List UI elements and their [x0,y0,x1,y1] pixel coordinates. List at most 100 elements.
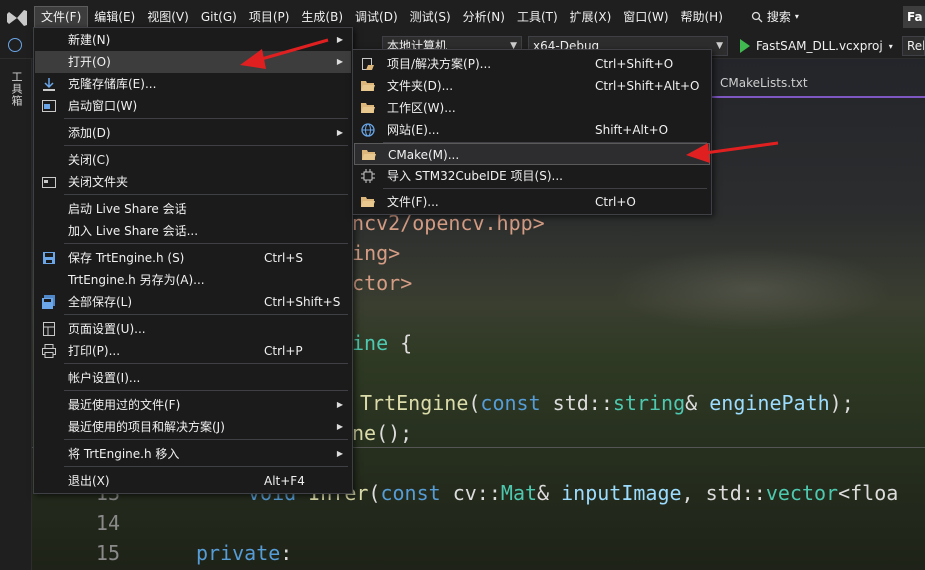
menu-item-label: TrtEngine.h 另存为(A)... [68,273,205,287]
menu-item-close-folder[interactable]: 关闭文件夹 [35,171,351,193]
menu-separator [64,145,348,146]
left-tool-strip: 工具箱 [0,59,32,570]
menu-separator [383,188,707,189]
menu-view[interactable]: 视图(V) [141,6,195,28]
line-number: 14 [95,511,120,535]
start-debug-button[interactable]: FastSAM_DLL.vcxproj ▾ [740,36,893,56]
menu-item-move-into[interactable]: 将 TrtEngine.h 移入 ▶ [35,443,351,465]
save-all-icon [42,295,55,309]
keyword-token: private [196,541,281,565]
visual-studio-logo-icon[interactable] [0,0,34,33]
menu-analyze[interactable]: 分析(N) [457,6,511,28]
menu-item-label: 页面设置(U)... [68,322,146,336]
menu-separator [64,243,348,244]
submenu-arrow-icon: ▶ [336,400,343,409]
chevron-down-icon: ▼ [716,41,723,51]
menu-git[interactable]: Git(G) [195,6,243,28]
submenu-arrow-icon: ▶ [336,422,343,431]
play-icon [740,39,750,53]
class-name-token: ine [352,331,389,355]
page-setup-icon [43,322,55,336]
menu-item-shortcut: Ctrl+Shift+O [595,57,674,71]
menu-item-open-website[interactable]: 网站(E)... Shift+Alt+O [354,119,710,141]
menu-item-open-folder[interactable]: 文件夹(D)... Ctrl+Shift+Alt+O [354,75,710,97]
menu-item-open-cmake[interactable]: CMake(M)... [354,143,710,165]
menu-item-shortcut: Alt+F4 [264,474,305,488]
menu-help[interactable]: 帮助(H) [675,6,729,28]
submenu-arrow-icon: ▶ [336,57,343,66]
menu-item-label: 最近使用的项目和解决方案(J) [68,420,225,434]
menu-item-clone-repo[interactable]: 克隆存储库(E)... [35,73,351,95]
menu-item-close[interactable]: 关闭(C) [35,149,351,171]
file-menu: 新建(N) ▶ 打开(O) ▶ 克隆存储库(E)... 启动窗口(W) 添加(D) ▶… [33,27,353,494]
menu-file[interactable]: 文件(F) [34,5,89,28]
code-token: { [388,331,413,355]
toolbox-tab[interactable]: 工具箱 [8,71,24,107]
menu-item-label: 打开(O) [68,55,111,69]
folder-open-icon [361,197,375,207]
menu-item-open-file[interactable]: 文件(F)... Ctrl+O [354,191,710,213]
menu-test[interactable]: 测试(S) [404,6,457,28]
menu-edit[interactable]: 编辑(E) [88,6,141,28]
menu-extensions[interactable]: 扩展(X) [564,6,618,28]
param-token: inputImage [561,481,682,505]
menu-separator [64,194,348,195]
globe-icon [361,123,375,137]
folder-open-icon [361,81,375,91]
menu-item-save-as[interactable]: TrtEngine.h 另存为(A)... [35,269,351,291]
menu-item-open-project[interactable]: 项目/解决方案(P)... Ctrl+Shift+O [354,53,710,75]
param-token: enginePath [709,391,830,415]
release-dropdown[interactable]: Rel [902,36,925,56]
menu-item-label: 新建(N) [68,33,111,47]
menu-separator [64,466,348,467]
download-icon [43,78,55,91]
menu-item-label: 项目/解决方案(P)... [387,57,492,71]
type-token: Mat [500,481,538,505]
menu-separator [64,390,348,391]
menu-item-exit[interactable]: 退出(X) Alt+F4 [35,470,351,492]
menu-item-label: 文件(F)... [387,195,439,209]
menu-item-page-setup[interactable]: 页面设置(U)... [35,318,351,340]
search-button[interactable]: 搜索 ▾ [745,8,805,25]
menu-item-save[interactable]: 保存 TrtEngine.h (S) Ctrl+S [35,247,351,269]
menu-item-label: 最近使用过的文件(F) [68,398,181,412]
menu-item-new[interactable]: 新建(N) ▶ [35,29,351,51]
menu-item-label: 保存 TrtEngine.h (S) [68,251,185,265]
menu-item-shortcut: Ctrl+S [264,251,304,265]
menu-project[interactable]: 项目(P) [243,6,296,28]
document-tab-cmakelists[interactable]: CMakeLists.txt [712,71,816,95]
menu-item-start-live-share[interactable]: 启动 Live Share 会话 [35,198,351,220]
menu-debug[interactable]: 调试(D) [349,6,404,28]
start-window-icon [42,100,56,112]
menu-item-add[interactable]: 添加(D) ▶ [35,122,351,144]
menu-build[interactable]: 生成(B) [295,6,349,28]
menu-item-open-workspace[interactable]: 工作区(W)... [354,97,710,119]
menu-item-label: 打印(P)... [68,344,121,358]
menu-item-start-window[interactable]: 启动窗口(W) [35,95,351,117]
code-token: (); [376,421,413,445]
menu-item-recent-files[interactable]: 最近使用过的文件(F) ▶ [35,394,351,416]
menu-item-label: 全部保存(L) [68,295,133,309]
menu-item-import-stm32[interactable]: 导入 STM32CubeIDE 项目(S)... [354,165,710,187]
startup-item-label: FastSAM_DLL.vcxproj [756,39,883,53]
menu-item-label: 退出(X) [68,474,110,488]
code-token: , std:: [681,481,766,505]
back-icon[interactable] [8,38,22,52]
menu-item-label: CMake(M)... [388,148,460,162]
menu-item-open[interactable]: 打开(O) ▶ [35,51,351,73]
menu-item-label: 加入 Live Share 会话... [68,224,199,238]
menu-item-print[interactable]: 打印(P)... Ctrl+P [35,340,351,362]
menu-window[interactable]: 窗口(W) [617,6,674,28]
menu-item-save-all[interactable]: 全部保存(L) Ctrl+Shift+S [35,291,351,313]
code-line-constructor: TrtEngine(const std::string& enginePath)… [360,391,854,415]
folder-open-icon [362,150,376,160]
menu-item-shortcut: Ctrl+Shift+Alt+O [595,79,700,93]
menu-item-recent-projects[interactable]: 最近使用的项目和解决方案(J) ▶ [35,416,351,438]
menu-tools[interactable]: 工具(T) [511,6,564,28]
code-token: : [280,541,293,565]
open-submenu: 项目/解决方案(P)... Ctrl+Shift+O 文件夹(D)... Ctrl+… [352,49,712,215]
menu-item-account-settings[interactable]: 帐户设置(I)... [35,367,351,389]
menu-item-join-live-share[interactable]: 加入 Live Share 会话... [35,220,351,242]
menu-item-label: 添加(D) [68,126,111,140]
solution-title[interactable]: Fa [903,5,925,28]
